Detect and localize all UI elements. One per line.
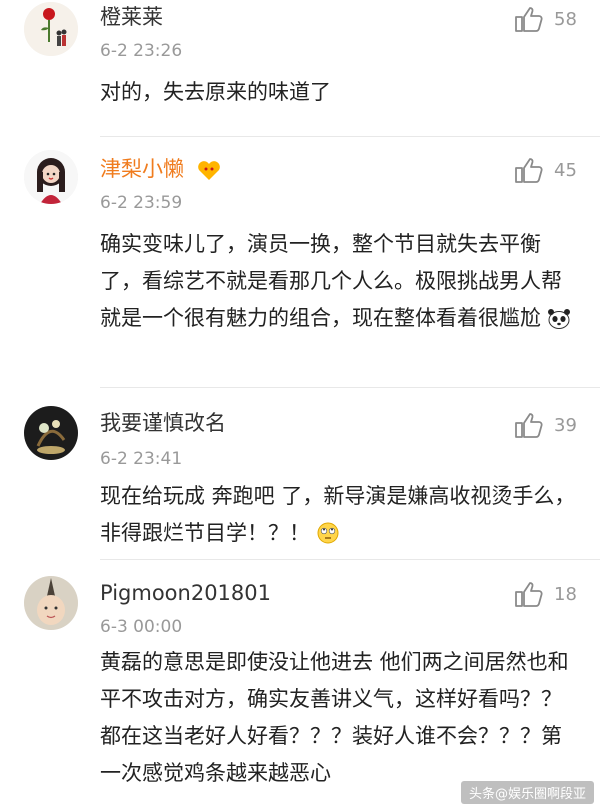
avatar[interactable] xyxy=(24,150,78,204)
like-button[interactable]: 39 xyxy=(514,410,594,440)
like-count: 45 xyxy=(554,159,577,181)
comment-text: 对的，失去原来的味道了 xyxy=(100,80,331,104)
bonsai-avatar-icon xyxy=(24,406,78,460)
timestamp: 6-2 23:41 xyxy=(100,449,183,469)
comment-text: 现在给玩成 奔跑吧 了，新导演是嫌高收视烫手么，非得跟烂节目学！？！ xyxy=(100,478,580,552)
username[interactable]: 我要谨慎改名 xyxy=(100,410,226,436)
like-count: 39 xyxy=(554,414,577,436)
timestamp: 6-2 23:26 xyxy=(100,41,183,61)
thumbs-up-icon xyxy=(515,413,543,438)
watermark: 头条@娱乐圈啊段亚 xyxy=(460,781,594,804)
comment-text: 确实变味儿了，演员一换，整个节目就失去平衡了，看综艺不就是看那几个人么。极限挑战… xyxy=(100,226,580,337)
rose-avatar-icon xyxy=(24,2,78,56)
thumbs-up-icon xyxy=(515,582,543,607)
child-avatar-icon xyxy=(24,576,78,630)
avatar[interactable] xyxy=(24,406,78,460)
cartoon-girl-avatar-icon xyxy=(24,150,78,204)
comment-text-body: 确实变味儿了，演员一换，整个节目就失去平衡了，看综艺不就是看那几个人么。极限挑战… xyxy=(100,232,562,330)
like-button[interactable]: 18 xyxy=(514,579,594,609)
divider xyxy=(100,387,600,388)
timestamp: 6-3 00:00 xyxy=(100,617,183,637)
comment-text: 黄磊的意思是即使没让他进去 他们两之间居然也和平不攻击对方，确实友善讲义气，这样… xyxy=(100,650,569,785)
avatar[interactable] xyxy=(24,576,78,630)
username-label: 津梨小懒 xyxy=(100,157,184,181)
thumbs-up-icon xyxy=(515,7,543,32)
rolling-eyes-emoji-icon xyxy=(317,522,339,544)
divider xyxy=(100,136,600,137)
panda-emoji-icon xyxy=(547,309,570,329)
username[interactable]: 津梨小懒 xyxy=(100,156,221,182)
like-button[interactable]: 45 xyxy=(514,155,594,185)
divider xyxy=(100,559,600,560)
username[interactable]: Pigmoon201801 xyxy=(100,580,271,606)
like-button[interactable]: 58 xyxy=(514,4,594,34)
username[interactable]: 橙莱莱 xyxy=(100,4,163,30)
timestamp: 6-2 23:59 xyxy=(100,193,183,213)
like-count: 18 xyxy=(554,583,577,605)
avatar[interactable] xyxy=(24,2,78,56)
vip-heart-badge-icon xyxy=(197,161,220,180)
like-count: 58 xyxy=(554,8,577,30)
thumbs-up-icon xyxy=(515,158,543,183)
